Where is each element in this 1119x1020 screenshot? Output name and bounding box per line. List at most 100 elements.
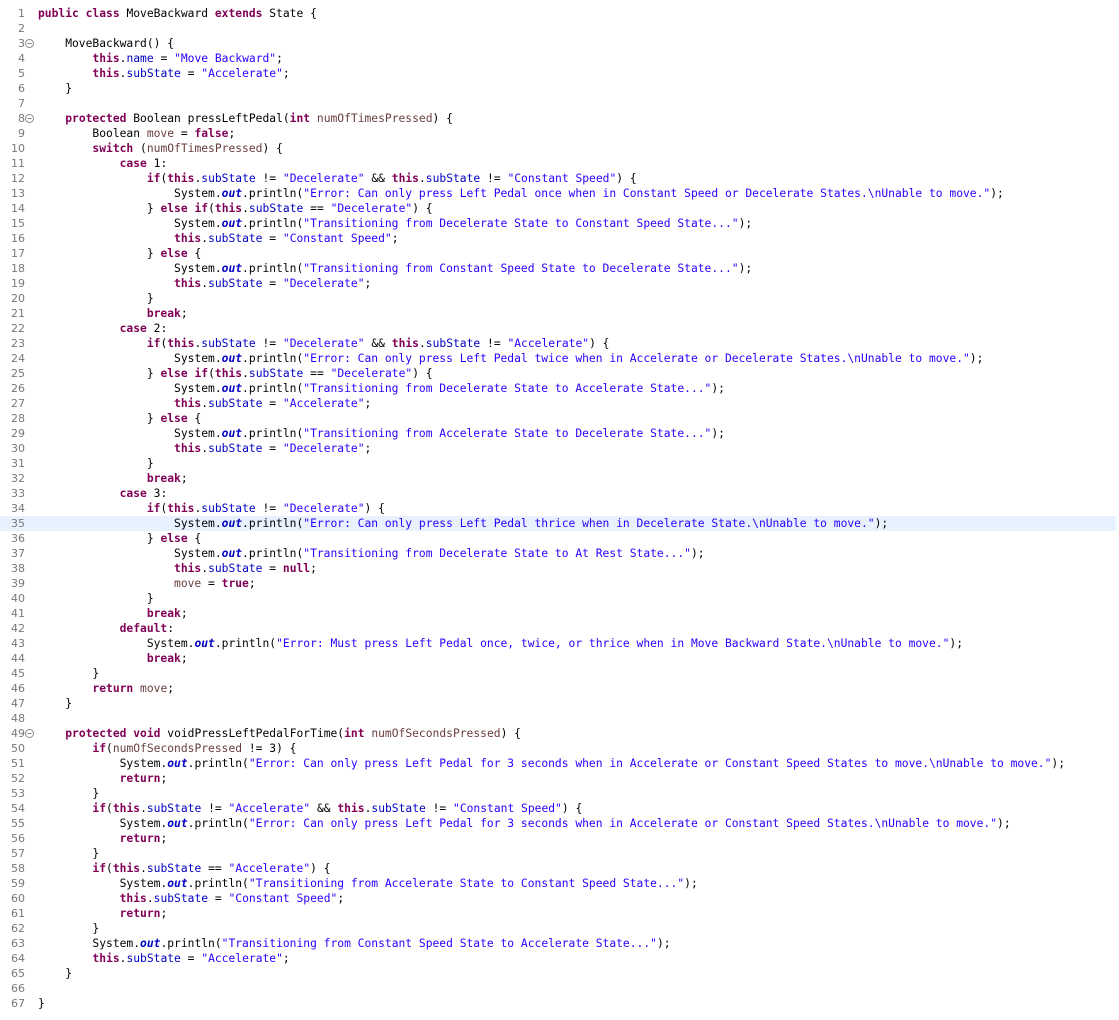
code-line[interactable]: 54 if(this.subState != "Accelerate" && t… <box>0 801 1119 816</box>
code-line[interactable]: 30 this.subState = "Decelerate"; <box>0 441 1119 456</box>
line-number: 15 <box>11 217 25 230</box>
code-line[interactable]: 27 this.subState = "Accelerate"; <box>0 396 1119 411</box>
code-line[interactable]: 10 switch (numOfTimesPressed) { <box>0 141 1119 156</box>
code-line[interactable]: 7 <box>0 96 1119 111</box>
line-number: 50 <box>11 742 25 755</box>
code-line[interactable]: 26 System.out.println("Transitioning fro… <box>0 381 1119 396</box>
code-token: == <box>201 862 229 875</box>
code-line[interactable]: 42 default: <box>0 621 1119 636</box>
code-token: subState <box>371 802 426 815</box>
code-line[interactable]: 19 this.subState = "Decelerate"; <box>0 276 1119 291</box>
code-line[interactable]: 37 System.out.println("Transitioning fro… <box>0 546 1119 561</box>
code-line[interactable]: 11 case 1: <box>0 156 1119 171</box>
code-line[interactable]: 24 System.out.println("Error: Can only p… <box>0 351 1119 366</box>
code-line[interactable]: 62 } <box>0 921 1119 936</box>
code-line[interactable]: 21 break; <box>0 306 1119 321</box>
code-line[interactable]: 23 if(this.subState != "Decelerate" && t… <box>0 336 1119 351</box>
code-line[interactable]: 59 System.out.println("Transitioning fro… <box>0 876 1119 891</box>
code-token: { <box>187 532 202 545</box>
code-line[interactable]: 49− protected void voidPressLeftPedalFor… <box>0 726 1119 741</box>
code-line[interactable]: 12 if(this.subState != "Decelerate" && t… <box>0 171 1119 186</box>
code-token: ( <box>106 802 113 815</box>
code-line[interactable]: 1 public class MoveBackward extends State… <box>0 6 1119 21</box>
code-token: protected <box>65 112 127 125</box>
code-line[interactable]: 35 System.out.println("Error: Can only p… <box>0 516 1119 531</box>
fold-collapse-icon[interactable]: − <box>25 114 34 123</box>
code-line[interactable]: 20 } <box>0 291 1119 306</box>
code-line[interactable]: 6 } <box>0 81 1119 96</box>
code-line[interactable]: 18 System.out.println("Transitioning fro… <box>0 261 1119 276</box>
code-line[interactable]: 15 System.out.println("Transitioning fro… <box>0 216 1119 231</box>
code-line[interactable]: 2 <box>0 21 1119 36</box>
line-number: 35 <box>11 517 25 530</box>
code-text: protected void voidPressLeftPedalForTime… <box>38 726 521 741</box>
code-line[interactable]: 16 this.subState = "Constant Speed"; <box>0 231 1119 246</box>
code-line[interactable]: 32 break; <box>0 471 1119 486</box>
code-line[interactable]: 55 System.out.println("Error: Can only p… <box>0 816 1119 831</box>
line-number: 63 <box>11 937 25 950</box>
code-token: "Accelerate" <box>282 397 365 410</box>
code-token: } <box>38 367 161 380</box>
code-line[interactable]: 61 return; <box>0 906 1119 921</box>
code-line[interactable]: 4 this.name = "Move Backward"; <box>0 51 1119 66</box>
code-line[interactable]: 5 this.subState = "Accelerate"; <box>0 66 1119 81</box>
code-line[interactable]: 60 this.subState = "Constant Speed"; <box>0 891 1119 906</box>
code-token: != <box>480 172 508 185</box>
code-line[interactable]: 38 this.subState = null; <box>0 561 1119 576</box>
code-token: subState <box>201 502 256 515</box>
code-line[interactable]: 13 System.out.println("Error: Can only p… <box>0 186 1119 201</box>
code-line[interactable]: 64 this.subState = "Accelerate"; <box>0 951 1119 966</box>
code-line[interactable]: 67} <box>0 996 1119 1011</box>
code-line[interactable]: 47 } <box>0 696 1119 711</box>
code-line[interactable]: 25 } else if(this.subState == "Decelerat… <box>0 366 1119 381</box>
code-line[interactable]: 51 System.out.println("Error: Can only p… <box>0 756 1119 771</box>
code-line[interactable]: 41 break; <box>0 606 1119 621</box>
code-token: != 3) { <box>242 742 297 755</box>
code-token: "Constant Speed" <box>282 232 392 245</box>
code-line[interactable]: 39 move = true; <box>0 576 1119 591</box>
code-token: ; <box>337 892 345 905</box>
code-token: && <box>364 337 392 350</box>
code-line[interactable]: 48 <box>0 711 1119 726</box>
code-line[interactable]: 46 return move; <box>0 681 1119 696</box>
code-line[interactable]: 28 } else { <box>0 411 1119 426</box>
code-line[interactable]: 56 return; <box>0 831 1119 846</box>
code-line[interactable]: 36 } else { <box>0 531 1119 546</box>
code-line[interactable]: 66 <box>0 981 1119 996</box>
code-line[interactable]: 9 Boolean move = false; <box>0 126 1119 141</box>
code-text: System.out.println("Transitioning from D… <box>38 216 752 231</box>
code-line[interactable]: 33 case 3: <box>0 486 1119 501</box>
code-token: "Decelerate" <box>282 337 365 350</box>
code-line[interactable]: 22 case 2: <box>0 321 1119 336</box>
code-line[interactable]: 53 } <box>0 786 1119 801</box>
code-line[interactable]: 3− MoveBackward() { <box>0 36 1119 51</box>
code-token: this <box>92 52 120 65</box>
fold-collapse-icon[interactable]: − <box>25 729 34 738</box>
code-line[interactable]: 58 if(this.subState == "Accelerate") { <box>0 861 1119 876</box>
code-text: } <box>38 666 99 681</box>
code-line[interactable]: 34 if(this.subState != "Decelerate") { <box>0 501 1119 516</box>
code-line[interactable]: 65 } <box>0 966 1119 981</box>
code-line[interactable]: 29 System.out.println("Transitioning fro… <box>0 426 1119 441</box>
code-line[interactable]: 8− protected Boolean pressLeftPedal(int … <box>0 111 1119 126</box>
code-token: .println( <box>187 877 249 890</box>
code-line[interactable]: 63 System.out.println("Transitioning fro… <box>0 936 1119 951</box>
code-line[interactable]: 40 } <box>0 591 1119 606</box>
code-line[interactable]: 17 } else { <box>0 246 1119 261</box>
code-token: } <box>38 412 161 425</box>
code-line[interactable]: 52 return; <box>0 771 1119 786</box>
code-line[interactable]: 14 } else if(this.subState == "Decelerat… <box>0 201 1119 216</box>
code-line[interactable]: 44 break; <box>0 651 1119 666</box>
code-token: ) { <box>589 337 610 350</box>
code-text: public class MoveBackward extends State … <box>38 6 317 21</box>
code-editor[interactable]: 1 public class MoveBackward extends State… <box>0 0 1119 1020</box>
code-line[interactable]: 45 } <box>0 666 1119 681</box>
code-line[interactable]: 43 System.out.println("Error: Must press… <box>0 636 1119 651</box>
code-line[interactable]: 31 } <box>0 456 1119 471</box>
code-line[interactable]: 50 if(numOfSecondsPressed != 3) { <box>0 741 1119 756</box>
fold-collapse-icon[interactable]: − <box>25 39 34 48</box>
code-line[interactable]: 57 } <box>0 846 1119 861</box>
